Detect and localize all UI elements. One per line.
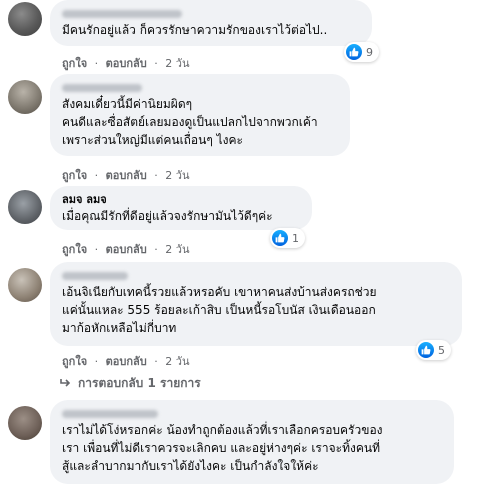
reaction-badge[interactable]: 5 bbox=[416, 340, 451, 360]
comment-bubble: เอ้นจิเนียกับเทคนี้รวยแล้วหรอคับ เขาหาคน… bbox=[50, 262, 462, 346]
comment-author[interactable] bbox=[62, 407, 442, 421]
comment-author[interactable] bbox=[62, 81, 338, 95]
reaction-count: 5 bbox=[438, 343, 445, 357]
view-replies-link[interactable]: การตอบกลับ 1 รายการ bbox=[60, 374, 201, 393]
thumbs-up-icon bbox=[418, 342, 434, 358]
reaction-badge[interactable]: 9 bbox=[344, 42, 379, 62]
reaction-badge[interactable]: 1 bbox=[270, 228, 305, 248]
comment-bubble: มีคนรักอยู่แล้ว ก็ควรรักษาความรักของเราไ… bbox=[50, 0, 372, 46]
reply-button[interactable]: ตอบกลับ bbox=[106, 355, 147, 368]
comment-author[interactable] bbox=[62, 7, 360, 21]
like-button[interactable]: ถูกใจ bbox=[62, 57, 87, 70]
comments-panel: มีคนรักอยู่แล้ว ก็ควรรักษาความรักของเราไ… bbox=[0, 0, 494, 492]
comment-time[interactable]: 2 วัน bbox=[165, 169, 189, 182]
reply-button[interactable]: ตอบกลับ bbox=[106, 57, 147, 70]
comment-bubble: สังคมเดี๋ยวนี้มีค่านิยมผิดๆ คนดีและซื่อส… bbox=[50, 74, 350, 156]
reply-button[interactable]: ตอบกลับ bbox=[106, 243, 147, 256]
like-button[interactable]: ถูกใจ bbox=[62, 243, 87, 256]
comment-text: เราไม่ได้โง่หรอกค่ะ น้องทำถูกต้องแล้วที่… bbox=[62, 423, 383, 473]
reply-button[interactable]: ตอบกลับ bbox=[106, 169, 147, 182]
comment-text: เอ้นจิเนียกับเทคนี้รวยแล้วหรอคับ เขาหาคน… bbox=[62, 285, 377, 335]
reaction-count: 1 bbox=[292, 231, 299, 245]
avatar[interactable] bbox=[8, 268, 42, 302]
comment-time[interactable]: 2 วัน bbox=[165, 243, 189, 256]
comment-time[interactable]: 2 วัน bbox=[165, 57, 189, 70]
like-button[interactable]: ถูกใจ bbox=[62, 169, 87, 182]
comment-actions: ถูกใจ · ตอบกลับ · 2 วัน bbox=[62, 355, 190, 368]
reply-arrow-icon bbox=[60, 377, 72, 391]
like-button[interactable]: ถูกใจ bbox=[62, 355, 87, 368]
avatar[interactable] bbox=[8, 80, 42, 114]
thumbs-up-icon bbox=[346, 44, 362, 60]
comment-bubble: ลมจ ลมจ เมื่อคุณมีรักที่ดีอยู่แล้วจงรักษ… bbox=[50, 186, 312, 230]
comment-actions: ถูกใจ · ตอบกลับ · 2 วัน bbox=[62, 57, 190, 70]
comment-author[interactable] bbox=[62, 269, 450, 283]
avatar[interactable] bbox=[8, 190, 42, 224]
comment-actions: ถูกใจ · ตอบกลับ · 2 วัน bbox=[62, 169, 190, 182]
thumbs-up-icon bbox=[272, 230, 288, 246]
reaction-count: 9 bbox=[366, 45, 373, 59]
comment-text: สังคมเดี๋ยวนี้มีค่านิยมผิดๆ คนดีและซื่อส… bbox=[62, 97, 318, 147]
comment-text: มีคนรักอยู่แล้ว ก็ควรรักษาความรักของเราไ… bbox=[62, 23, 328, 37]
avatar[interactable] bbox=[8, 2, 42, 36]
comment-bubble: เราไม่ได้โง่หรอกค่ะ น้องทำถูกต้องแล้วที่… bbox=[50, 400, 454, 484]
comment-time[interactable]: 2 วัน bbox=[165, 355, 189, 368]
avatar[interactable] bbox=[8, 406, 42, 440]
comment-text: เมื่อคุณมีรักที่ดีอยู่แล้วจงรักษามันไว้ด… bbox=[62, 209, 273, 223]
comment-author[interactable]: ลมจ ลมจ bbox=[62, 193, 300, 207]
comment-actions: ถูกใจ · ตอบกลับ · 2 วัน bbox=[62, 243, 190, 256]
replies-label: การตอบกลับ 1 รายการ bbox=[78, 376, 201, 390]
